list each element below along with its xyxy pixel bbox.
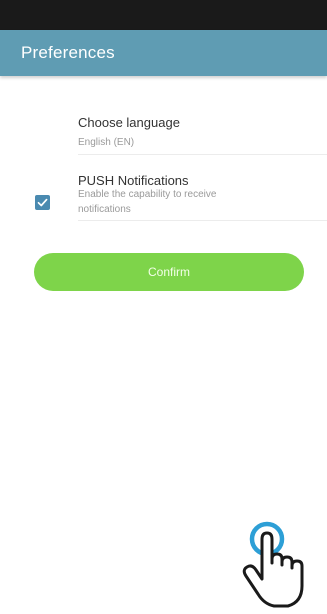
language-value: English (EN) [78,137,135,148]
push-notifications-checkbox[interactable] [35,195,50,210]
confirm-button[interactable]: Confirm [34,253,304,291]
push-notifications-preference: PUSH Notifications Enable the capability… [78,160,327,221]
status-bar [0,0,327,30]
language-title: Choose language [78,115,180,130]
page-title: Preferences [21,43,115,62]
language-preference[interactable]: Choose language English (EN) [78,104,327,155]
checkmark-icon [37,198,48,207]
push-description: Enable the capability to receive notific… [78,189,217,215]
hand-pointer-icon [242,521,304,608]
app-bar: Preferences [0,30,327,76]
